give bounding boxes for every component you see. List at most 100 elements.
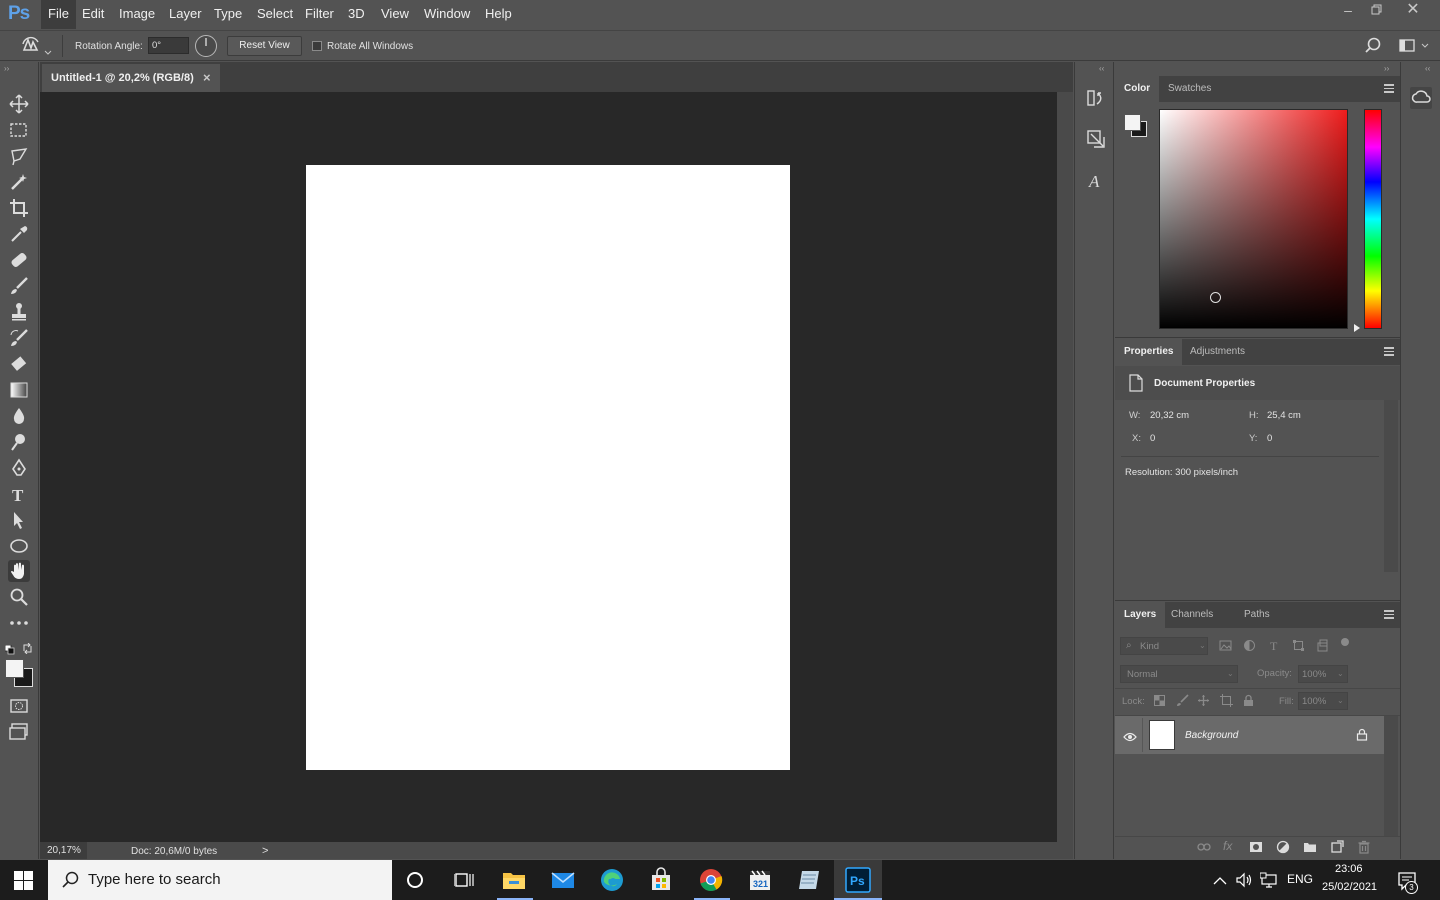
lock-position-icon[interactable] (1197, 694, 1210, 712)
libraries-panel-icon[interactable] (1086, 128, 1106, 155)
creative-cloud-icon[interactable] (1410, 87, 1432, 114)
rotation-angle-input[interactable]: 0° (148, 37, 189, 54)
eyedropper-tool-icon[interactable] (8, 223, 30, 245)
close-tab-icon[interactable]: × (203, 70, 211, 85)
clock-time[interactable]: 23:06 (1335, 863, 1363, 875)
restore-icon[interactable] (1362, 0, 1392, 20)
type-tool-icon[interactable]: T (8, 483, 30, 505)
close-window-icon[interactable]: ✕ (1398, 0, 1428, 20)
screen-mode-icon[interactable] (8, 721, 30, 743)
search-icon[interactable] (1364, 37, 1382, 60)
menu-filter[interactable]: Filter (298, 0, 341, 29)
ellipse-tool-icon[interactable] (8, 535, 30, 557)
tab-properties[interactable]: Properties (1115, 339, 1183, 365)
document-tab[interactable]: Untitled-1 @ 20,2% (RGB/8) × (42, 64, 220, 92)
delete-layer-icon[interactable] (1357, 840, 1371, 859)
notes-app-icon[interactable] (795, 866, 823, 894)
collapse-strip-icon[interactable]: ‹‹ (1099, 64, 1104, 73)
path-selection-tool-icon[interactable] (8, 509, 30, 531)
healing-brush-tool-icon[interactable] (8, 249, 30, 271)
layer-filter-kind[interactable]: ⌕ Kind ⌄ (1120, 637, 1208, 655)
zoom-level[interactable]: 20,17% (40, 842, 87, 859)
eraser-tool-icon[interactable] (8, 353, 30, 375)
chrome-icon[interactable] (697, 866, 725, 894)
menu-3d[interactable]: 3D (341, 0, 372, 29)
lasso-tool-icon[interactable] (8, 145, 30, 167)
layer-row[interactable]: Background (1115, 716, 1384, 754)
menu-help[interactable]: Help (478, 0, 519, 29)
blur-tool-icon[interactable] (8, 405, 30, 427)
filter-toggle-icon[interactable] (1341, 638, 1349, 646)
character-panel-icon[interactable]: A (1086, 170, 1106, 197)
collapse-toolbar-icon[interactable]: ›› (4, 64, 9, 73)
gradient-tool-icon[interactable] (8, 379, 30, 401)
collapse-dock-icon[interactable]: ›› (1384, 64, 1389, 73)
filter-type-icon[interactable]: T (1268, 639, 1281, 657)
edge-icon[interactable] (598, 866, 626, 894)
windows-start-icon[interactable] (14, 871, 33, 895)
filter-pixel-icon[interactable] (1219, 639, 1232, 657)
color-panel-menu-icon[interactable] (1384, 84, 1394, 93)
tab-adjustments[interactable]: Adjustments (1181, 339, 1254, 365)
swap-colors-icon[interactable] (22, 641, 33, 659)
workspace-switcher-icon[interactable] (1399, 39, 1429, 58)
brush-tool-icon[interactable] (8, 275, 30, 297)
layer-style-icon[interactable]: fx (1223, 839, 1232, 853)
properties-panel-menu-icon[interactable] (1384, 347, 1394, 356)
new-layer-icon[interactable] (1330, 840, 1344, 859)
video-editor-icon[interactable]: 321 (746, 866, 774, 894)
taskbar-search-box[interactable]: Type here to search (48, 860, 392, 900)
color-fg-swatch[interactable] (1124, 114, 1141, 131)
menu-file[interactable]: File (41, 0, 76, 29)
marquee-tool-icon[interactable] (8, 119, 30, 141)
history-brush-tool-icon[interactable] (8, 327, 30, 349)
history-panel-icon[interactable] (1086, 87, 1106, 114)
clone-stamp-tool-icon[interactable] (8, 301, 30, 323)
add-mask-icon[interactable] (1249, 840, 1263, 859)
height-value[interactable]: 25,4 cm (1267, 410, 1301, 421)
new-group-icon[interactable] (1303, 840, 1317, 859)
color-field[interactable] (1159, 109, 1348, 329)
hue-slider-handle[interactable] (1354, 324, 1360, 332)
clock-date[interactable]: 25/02/2021 (1322, 881, 1377, 893)
document-canvas[interactable] (306, 165, 790, 770)
magic-wand-tool-icon[interactable] (8, 171, 30, 193)
rotate-view-tool-icon[interactable] (20, 36, 42, 61)
tab-channels[interactable]: Channels (1162, 602, 1222, 628)
adjustment-layer-icon[interactable] (1276, 840, 1290, 859)
menu-layer[interactable]: Layer (162, 0, 209, 29)
tab-paths[interactable]: Paths (1235, 602, 1279, 628)
hue-slider[interactable] (1364, 109, 1382, 329)
hand-tool-icon[interactable] (8, 560, 30, 582)
tab-layers[interactable]: Layers (1115, 602, 1166, 628)
reset-view-button[interactable]: Reset View (227, 36, 302, 56)
canvas-workspace[interactable] (40, 92, 1057, 842)
cortana-icon[interactable] (406, 871, 424, 894)
task-view-icon[interactable] (453, 871, 474, 894)
tab-swatches[interactable]: Swatches (1159, 76, 1220, 102)
minimize-icon[interactable]: – (1333, 0, 1363, 20)
show-hidden-icons-chevron-icon[interactable] (1213, 873, 1227, 891)
tool-preset-chevron-icon[interactable] (44, 43, 52, 61)
lock-transparent-icon[interactable] (1153, 694, 1166, 712)
lock-icon[interactable] (1356, 728, 1368, 746)
width-value[interactable]: 20,32 cm (1150, 410, 1189, 421)
file-explorer-icon[interactable] (500, 866, 528, 894)
tab-color[interactable]: Color (1115, 76, 1160, 102)
rotation-dial-icon[interactable] (194, 34, 218, 63)
menu-image[interactable]: Image (112, 0, 162, 29)
lock-pixels-icon[interactable] (1176, 694, 1189, 712)
status-menu-arrow[interactable]: > (262, 845, 268, 857)
foreground-color-swatch[interactable] (5, 659, 24, 678)
vertical-scrollbar[interactable] (1057, 92, 1073, 842)
filter-adjustment-icon[interactable] (1243, 639, 1256, 657)
y-value[interactable]: 0 (1267, 433, 1272, 444)
collapse-far-right-icon[interactable]: ‹‹ (1425, 64, 1430, 73)
opacity-input[interactable]: 100% ⌄ (1298, 665, 1348, 683)
move-tool-icon[interactable] (8, 93, 30, 115)
link-layers-icon[interactable] (1197, 840, 1211, 859)
dodge-tool-icon[interactable] (8, 431, 30, 453)
pen-tool-icon[interactable] (8, 457, 30, 479)
menu-window[interactable]: Window (417, 0, 477, 29)
layers-panel-menu-icon[interactable] (1384, 610, 1394, 619)
